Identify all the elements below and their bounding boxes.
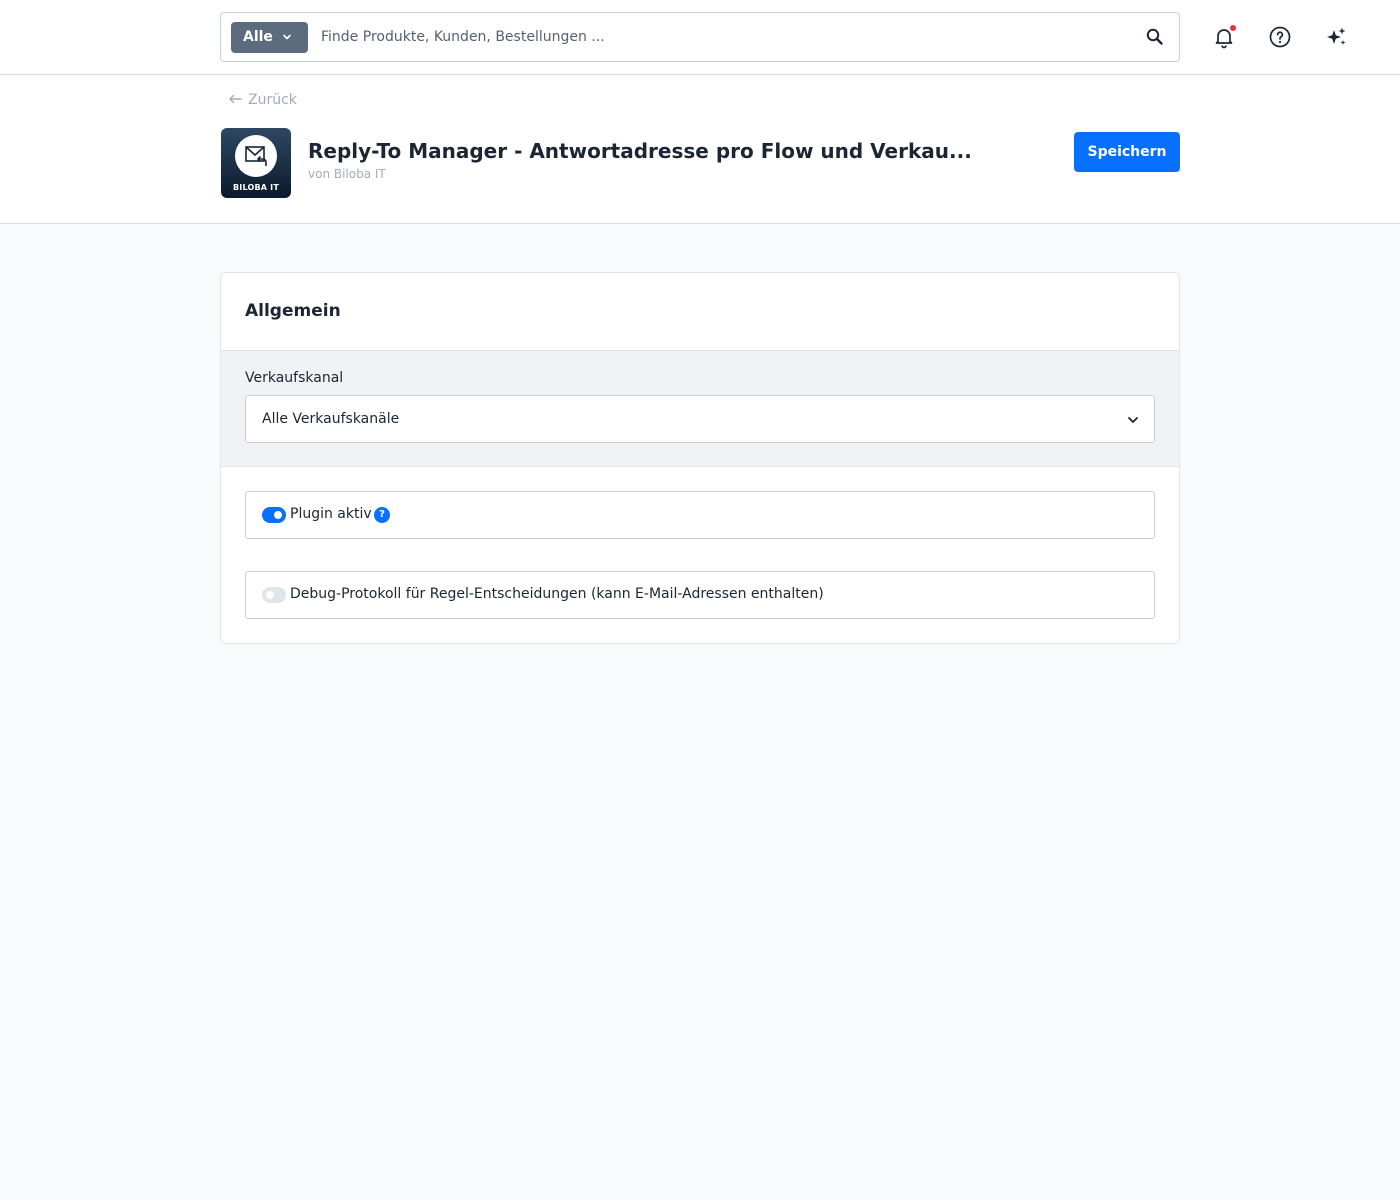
debug-log-row: Debug-Protokoll für Regel-Entscheidungen… [245,571,1155,619]
back-link[interactable]: Zurück [228,92,297,108]
sparkles-icon[interactable] [1324,25,1348,49]
search-input[interactable] [321,21,1121,53]
plugin-active-toggle[interactable] [262,507,286,523]
back-label: Zurück [248,92,297,108]
plugin-active-label: Plugin aktiv [290,506,372,522]
arrow-left-icon [229,94,242,104]
debug-log-toggle[interactable] [262,587,286,603]
save-button[interactable]: Speichern [1074,132,1180,172]
help-icon[interactable]: ? [374,507,390,523]
plugin-vendor: von Biloba IT [308,167,386,181]
sales-channel-select[interactable]: Alle Verkaufskanäle [245,395,1155,443]
page-title: Reply-To Manager - Antwortadresse pro Fl… [308,139,972,163]
chevron-down-icon [283,34,291,40]
plugin-logo: BILOBA IT [221,128,291,198]
chevron-down-icon [1128,417,1138,423]
debug-log-label: Debug-Protokoll für Regel-Entscheidungen… [290,586,824,602]
page-header: Zurück BILOBA IT Reply-To Manager - Antw… [0,75,1400,224]
sales-channel-label: Verkaufskanal [245,370,344,386]
toggle-knob [274,511,282,519]
top-bar: Alle [0,0,1400,75]
help-circle-icon[interactable] [1268,25,1292,49]
global-search: Alle [220,12,1180,62]
notification-dot [1230,25,1236,31]
search-type-label: Alle [243,29,273,45]
mail-reply-icon [235,135,277,177]
plugin-logo-text: BILOBA IT [233,183,279,192]
sales-channel-section: Verkaufskanal Alle Verkaufskanäle [221,350,1179,467]
settings-card: Allgemein Verkaufskanal Alle Verkaufskan… [220,272,1180,644]
card-title: Allgemein [245,301,341,321]
search-type-dropdown[interactable]: Alle [231,22,308,53]
search-icon[interactable] [1145,27,1165,47]
plugin-active-row: Plugin aktiv ? [245,491,1155,539]
toggle-knob [266,591,274,599]
sales-channel-value: Alle Verkaufskanäle [262,411,400,427]
